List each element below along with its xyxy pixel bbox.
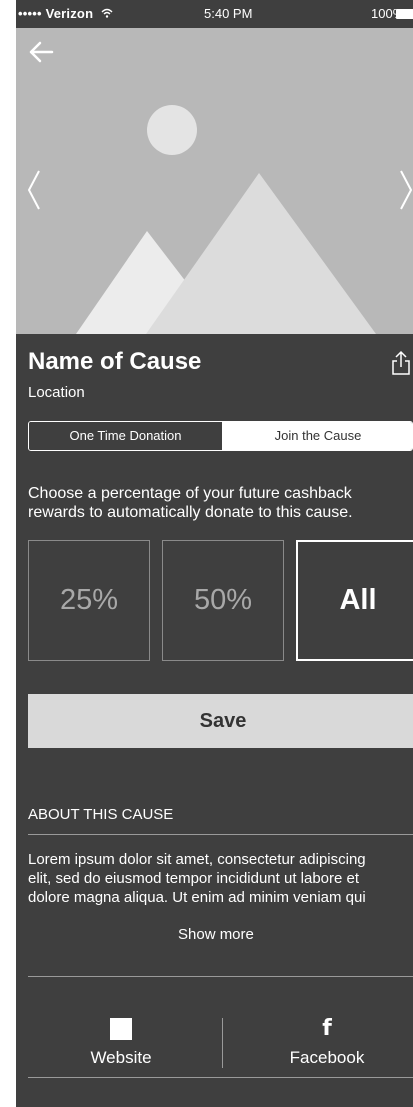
- share-icon: [392, 350, 410, 375]
- facebook-label: Facebook: [289, 1048, 365, 1067]
- facebook-link[interactable]: f Facebook: [232, 1018, 412, 1078]
- battery-icon: [396, 9, 413, 19]
- divider: [28, 976, 413, 977]
- cause-location: Location: [28, 384, 85, 401]
- donation-type-tabs: One Time Donation Join the Cause: [28, 421, 413, 451]
- save-button[interactable]: Save: [28, 694, 413, 748]
- carrier-label: ••••• Verizon: [18, 6, 113, 21]
- about-heading: ABOUT THIS CAUSE: [28, 806, 174, 823]
- chevron-left-icon: [27, 170, 40, 210]
- wifi-icon: [97, 6, 113, 21]
- back-button[interactable]: [26, 38, 58, 66]
- donation-prompt: Choose a percentage of your future cashb…: [28, 485, 353, 521]
- tab-one-time-donation[interactable]: One Time Donation: [29, 422, 222, 450]
- tab-join-the-cause[interactable]: Join the Cause: [222, 422, 412, 450]
- facebook-icon: f: [322, 1016, 332, 1041]
- previous-image-button[interactable]: [24, 168, 44, 212]
- back-arrow-icon: [29, 41, 54, 63]
- cause-detail-screen: ••••• Verizon 5:40 PM 100% Name of Cause…: [16, 0, 413, 1107]
- website-icon: [110, 1018, 132, 1040]
- share-button[interactable]: [390, 350, 412, 376]
- option-all[interactable]: All: [296, 540, 413, 661]
- option-50-percent[interactable]: 50%: [162, 540, 284, 661]
- cause-name: Name of Cause: [28, 348, 202, 375]
- divider: [28, 834, 413, 835]
- image-placeholder: [16, 28, 413, 334]
- status-bar: ••••• Verizon 5:40 PM 100%: [16, 0, 413, 28]
- show-more-link[interactable]: Show more: [178, 926, 254, 943]
- website-link[interactable]: Website: [26, 1018, 206, 1078]
- cause-image-carousel[interactable]: [16, 28, 413, 334]
- divider: [222, 1018, 223, 1068]
- option-25-percent[interactable]: 25%: [28, 540, 150, 661]
- chevron-right-icon: [400, 170, 413, 210]
- divider: [28, 1077, 413, 1078]
- next-image-button[interactable]: [396, 168, 413, 212]
- website-label: Website: [90, 1048, 152, 1067]
- status-time: 5:40 PM: [204, 6, 253, 21]
- about-description: Lorem ipsum dolor sit amet, consectetur …: [28, 851, 366, 906]
